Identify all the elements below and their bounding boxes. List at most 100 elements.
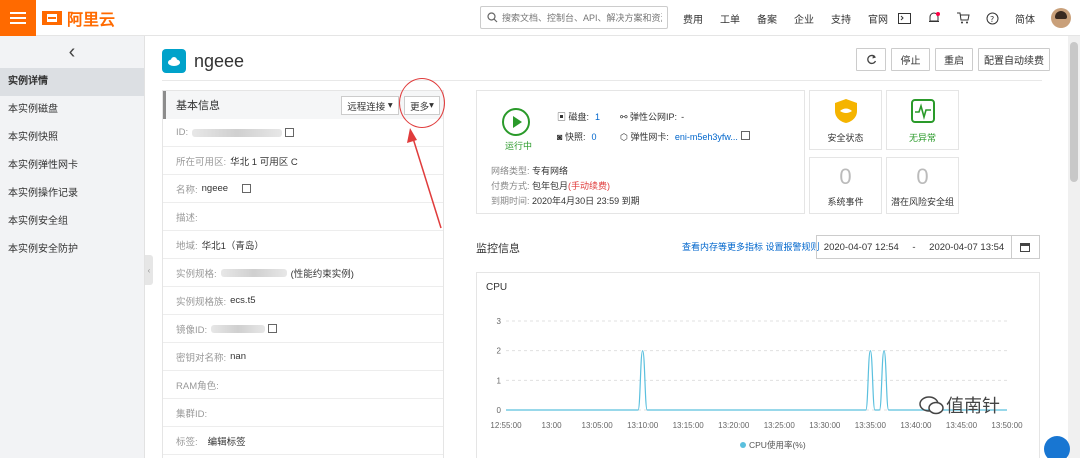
row-zone-key: 所在可用区: — [176, 156, 227, 168]
link-icon: ⚯ — [620, 112, 631, 122]
language-switch[interactable]: 简体 — [1013, 10, 1037, 26]
legend-marker — [740, 442, 746, 448]
alarm-rules-link[interactable]: 设置报警规则 — [766, 242, 820, 252]
sidebar-item-instance-details[interactable]: 实例详情 — [0, 68, 144, 96]
row-desc: 描述: — [163, 203, 443, 231]
auto-renew-button[interactable]: 配置自动续费 — [978, 48, 1050, 71]
copy-icon[interactable] — [268, 324, 278, 333]
nav-tickets[interactable]: 工单 — [720, 11, 740, 26]
help-icon[interactable]: ? — [984, 10, 1000, 26]
running-status-icon — [502, 108, 530, 136]
row-name: 名称: ngeee — [163, 175, 443, 203]
risk-sg-card[interactable]: 0 潜在风险安全组 — [886, 157, 959, 214]
system-events-label: 系统事件 — [827, 197, 864, 207]
sidebar-item-security-protection[interactable]: 本实例安全防护 — [0, 236, 144, 264]
network-type-value: 专有网络 — [532, 166, 569, 176]
snapshot-count-link[interactable]: 0 — [591, 132, 596, 142]
x-tick-label: 13:10:00 — [627, 421, 659, 430]
copy-icon[interactable] — [740, 131, 750, 140]
watermark-text: 值南针 — [946, 396, 1000, 416]
sidebar-item-snapshots[interactable]: 本实例快照 — [0, 124, 144, 152]
y-tick-label: 3 — [497, 317, 502, 326]
x-tick-label: 13:30:00 — [809, 421, 841, 430]
status-panel: 运行中 ▣ 磁盘: 1 ◙ 快照: 0 ⚯ 弹性公网IP: - ⬡ 弹性网卡: eni-… — [476, 90, 805, 214]
top-bar: 阿里云 费用 工单 备案 企业 支持 官网 ? 简体 — [0, 0, 1080, 36]
risk-sg-label: 潜在风险安全组 — [890, 197, 954, 207]
nav-enterprise[interactable]: 企业 — [794, 11, 814, 26]
bell-icon[interactable] — [926, 10, 942, 26]
scrollbar-thumb[interactable] — [1070, 42, 1078, 182]
health-card[interactable]: 无异常 — [886, 90, 959, 150]
row-keypair-value: nan — [230, 351, 246, 362]
sidebar-item-eni[interactable]: 本实例弹性网卡 — [0, 152, 144, 180]
edit-tags-link[interactable]: 编辑标签 — [208, 434, 246, 448]
sidebar-item-security-groups[interactable]: 本实例安全组 — [0, 208, 144, 236]
row-name-key: 名称: — [176, 184, 198, 196]
search-input[interactable] — [502, 12, 662, 23]
restart-button[interactable]: 重启 — [935, 48, 973, 71]
sidebar: ‹ 实例详情 本实例磁盘 本实例快照 本实例弹性网卡 本实例操作记录 本实例安全… — [0, 36, 145, 458]
aliyun-logo[interactable]: 阿里云 — [42, 7, 115, 29]
x-tick-label: 13:45:00 — [946, 421, 978, 430]
logo-mark-icon — [42, 11, 62, 25]
eni-link[interactable]: eni-m5eh3yfw... — [675, 132, 738, 142]
disk-label: 磁盘: — [568, 112, 590, 122]
more-metrics-link[interactable]: 查看内存等更多指标 — [682, 242, 763, 252]
row-spec: 实例规格: (性能约束实例) — [163, 259, 443, 287]
row-id: ID: — [163, 119, 443, 147]
menu-icon[interactable] — [0, 0, 36, 36]
calendar-icon — [1020, 243, 1030, 252]
x-tick-label: 13:50:00 — [991, 421, 1023, 430]
date-start: 2020-04-07 12:54 — [823, 241, 899, 253]
apps-fab-button[interactable] — [1044, 436, 1070, 458]
top-nav: 费用 工单 备案 企业 支持 官网 — [683, 0, 905, 36]
eni-info: ⬡ 弹性网卡: eni-m5eh3yfw... — [620, 130, 750, 143]
row-id-key: ID: — [176, 127, 189, 138]
snapshot-info: ◙ 快照: 0 — [557, 130, 596, 143]
nav-official[interactable]: 官网 — [868, 11, 888, 26]
nav-icp[interactable]: 备案 — [757, 11, 777, 26]
cpu-chart-svg: 0 1 2 3 12:55:00 13:00 13:05:00 13:10:00 13:15:0… — [490, 317, 1023, 450]
security-status-label: 安全状态 — [827, 133, 864, 143]
instance-name: ngeee — [194, 50, 245, 71]
monitor-links: 查看内存等更多指标 设置报警规则 — [682, 240, 820, 253]
terminal-icon[interactable] — [896, 10, 912, 26]
back-arrow-icon[interactable]: ‹ — [0, 36, 144, 68]
edit-name-icon[interactable] — [242, 184, 252, 193]
network-type: 网络类型: 专有网络 — [491, 164, 568, 177]
search-box[interactable] — [480, 6, 668, 29]
payment-key: 付费方式: — [491, 181, 530, 191]
refresh-button[interactable] — [856, 48, 886, 71]
sidebar-item-operation-logs[interactable]: 本实例操作记录 — [0, 180, 144, 208]
date-range-picker[interactable]: 2020-04-07 12:54 - 2020-04-07 13:54 — [816, 235, 1012, 259]
stop-button[interactable]: 停止 — [891, 48, 930, 71]
expire-value: 2020年4月30日 23:59 到期 — [532, 196, 640, 206]
copy-icon[interactable] — [285, 128, 295, 137]
security-status-card[interactable]: 安全状态 — [809, 90, 882, 150]
snapshot-icon: ◙ — [557, 132, 565, 142]
payment-note: (手动续费) — [568, 181, 611, 191]
row-spec-key: 实例规格: — [176, 268, 217, 280]
row-cluster: 集群ID: — [163, 399, 443, 427]
date-sep: - — [912, 241, 916, 253]
health-label: 无异常 — [908, 133, 936, 143]
row-spec-value: (性能约束实例) — [290, 268, 354, 280]
snapshot-label: 快照: — [564, 132, 586, 142]
disk-count-link[interactable]: 1 — [595, 112, 600, 122]
calendar-button[interactable] — [1011, 235, 1040, 259]
legend-label[interactable]: CPU使用率(%) — [749, 440, 806, 450]
cart-icon[interactable] — [955, 10, 971, 26]
row-region-value: 华北1（青岛） — [201, 240, 264, 252]
nav-fees[interactable]: 费用 — [683, 11, 703, 26]
scrollbar[interactable] — [1068, 36, 1080, 458]
avatar[interactable] — [1051, 8, 1071, 28]
row-zone-value: 华北 1 可用区 C — [230, 156, 298, 168]
nav-support[interactable]: 支持 — [831, 11, 851, 26]
remote-connect-button[interactable]: 远程连接 ▾ — [341, 96, 399, 115]
row-ram: RAM角色: — [163, 371, 443, 399]
sidebar-item-disks[interactable]: 本实例磁盘 — [0, 96, 144, 124]
system-events-card[interactable]: 0 系统事件 — [809, 157, 882, 214]
header-divider — [162, 80, 1042, 81]
x-tick-label: 13:20:00 — [718, 421, 750, 430]
collapse-sidebar-handle[interactable]: ‹ — [145, 255, 153, 285]
